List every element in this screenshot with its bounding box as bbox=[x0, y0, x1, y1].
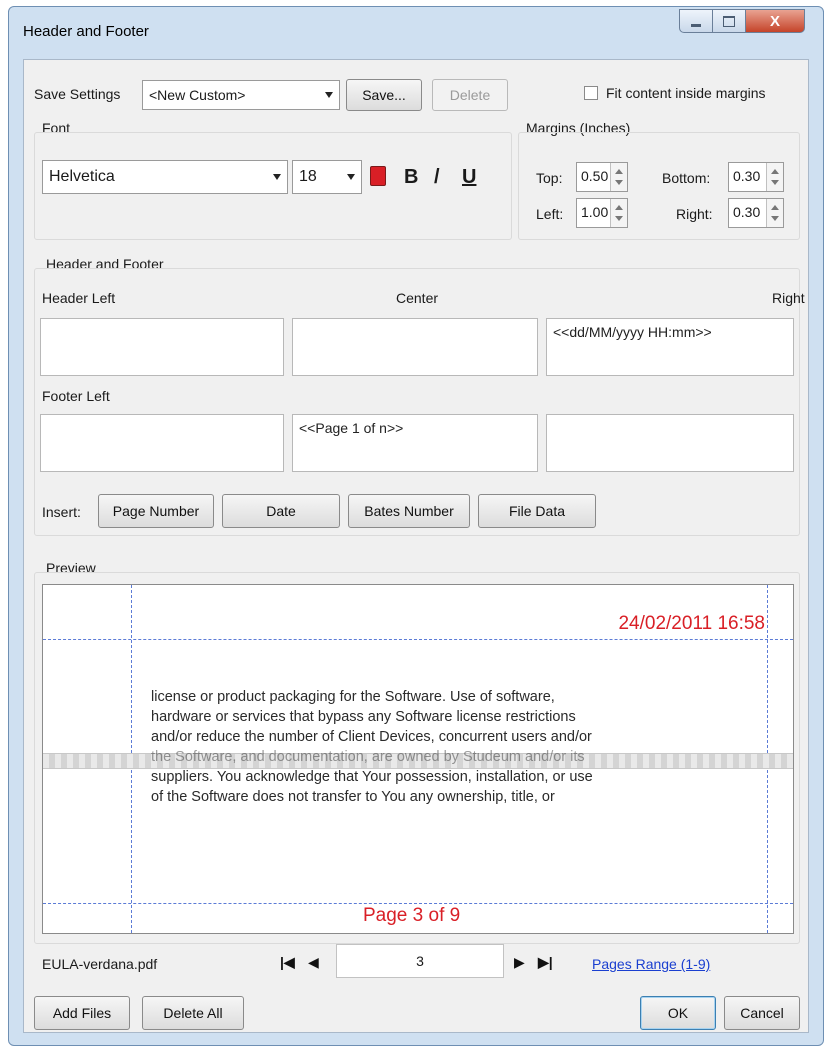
spinner-arrows[interactable] bbox=[766, 163, 783, 191]
spinner-arrows[interactable] bbox=[610, 163, 627, 191]
margin-top-spinner[interactable]: 0.50 bbox=[576, 162, 628, 192]
font-family-value: Helvetica bbox=[49, 168, 115, 185]
preview-header-text: 24/02/2011 16:58 bbox=[618, 613, 765, 634]
maximize-icon bbox=[723, 15, 735, 27]
footer-left-field[interactable] bbox=[40, 414, 284, 472]
minimize-icon bbox=[691, 23, 701, 27]
arrow-down-icon bbox=[771, 216, 779, 221]
next-page-icon[interactable]: ▶ bbox=[514, 954, 525, 971]
preview-line: of the Software does not transfer to You… bbox=[151, 789, 555, 805]
minimize-button[interactable] bbox=[679, 9, 713, 33]
save-button[interactable]: Save... bbox=[346, 79, 422, 111]
delete-all-button[interactable]: Delete All bbox=[142, 996, 244, 1030]
fit-content-label: Fit content inside margins bbox=[606, 85, 766, 101]
margin-left-value: 1.00 bbox=[581, 204, 609, 220]
preview-line: hardware or services that bypass any Sof… bbox=[151, 709, 576, 725]
margin-bottom-label: Bottom: bbox=[662, 170, 711, 186]
chevron-down-icon bbox=[325, 92, 333, 98]
header-right-label: Right bbox=[772, 290, 805, 306]
save-settings-select[interactable]: <New Custom> bbox=[142, 80, 340, 110]
preview-line: the Software, and documentation, are own… bbox=[151, 749, 585, 765]
first-page-icon[interactable]: |◀ bbox=[280, 954, 295, 971]
chevron-down-icon bbox=[347, 174, 355, 180]
header-center-label: Center bbox=[396, 290, 439, 306]
font-size-select[interactable]: 18 bbox=[292, 160, 362, 194]
margin-left-label: Left: bbox=[536, 206, 564, 222]
margin-bottom-value: 0.30 bbox=[733, 168, 761, 184]
add-files-button[interactable]: Add Files bbox=[34, 996, 130, 1030]
header-left-field[interactable] bbox=[40, 318, 284, 376]
margin-bottom-spinner[interactable]: 0.30 bbox=[728, 162, 784, 192]
font-size-value: 18 bbox=[299, 168, 317, 185]
ok-button[interactable]: OK bbox=[640, 996, 716, 1030]
page-number-input[interactable]: 3 bbox=[336, 944, 504, 978]
dialog-content: Save Settings <New Custom> Save... Delet… bbox=[23, 59, 809, 1033]
arrow-up-icon bbox=[615, 205, 623, 210]
footer-left-label: Footer Left bbox=[42, 388, 110, 404]
previous-page-icon[interactable]: ◀ bbox=[308, 954, 319, 971]
insert-file-data-button[interactable]: File Data bbox=[478, 494, 596, 528]
delete-button[interactable]: Delete bbox=[432, 79, 508, 111]
arrow-up-icon bbox=[771, 205, 779, 210]
pages-range-link[interactable]: Pages Range (1-9) bbox=[592, 956, 710, 972]
bottom-margin-guide bbox=[43, 903, 793, 904]
font-family-select[interactable]: Helvetica bbox=[42, 160, 288, 194]
margin-right-label: Right: bbox=[676, 206, 713, 222]
insert-label: Insert: bbox=[42, 504, 81, 520]
bold-button[interactable]: B bbox=[404, 166, 418, 189]
arrow-down-icon bbox=[615, 216, 623, 221]
maximize-button[interactable] bbox=[712, 9, 746, 33]
arrow-down-icon bbox=[771, 180, 779, 185]
last-page-icon[interactable]: ▶| bbox=[538, 954, 553, 971]
cancel-button[interactable]: Cancel bbox=[724, 996, 800, 1030]
preview-line: license or product packaging for the Sof… bbox=[151, 689, 555, 705]
arrow-up-icon bbox=[615, 169, 623, 174]
italic-button[interactable]: / bbox=[434, 166, 440, 189]
preview-line: suppliers. You acknowledge that Your pos… bbox=[151, 769, 593, 785]
arrow-down-icon bbox=[615, 180, 623, 185]
fit-content-checkbox[interactable] bbox=[584, 86, 598, 100]
header-center-field[interactable] bbox=[292, 318, 538, 376]
margin-top-value: 0.50 bbox=[581, 168, 609, 184]
preview-footer-text: Page 3 of 9 bbox=[363, 905, 461, 926]
window-title: Header and Footer bbox=[23, 23, 149, 40]
top-margin-guide bbox=[43, 639, 793, 640]
insert-bates-number-button[interactable]: Bates Number bbox=[348, 494, 470, 528]
preview-line: and/or reduce the number of Client Devic… bbox=[151, 729, 592, 745]
title-bar[interactable]: Header and Footer X bbox=[9, 7, 823, 55]
margin-top-label: Top: bbox=[536, 170, 563, 186]
preview-body-text: license or product packaging for the Sof… bbox=[151, 687, 711, 807]
insert-date-button[interactable]: Date bbox=[222, 494, 340, 528]
footer-center-field[interactable]: <<Page 1 of n>> bbox=[292, 414, 538, 472]
header-right-field[interactable]: <<dd/MM/yyyy HH:mm>> bbox=[546, 318, 794, 376]
margin-right-value: 0.30 bbox=[733, 204, 761, 220]
footer-right-field[interactable] bbox=[546, 414, 794, 472]
underline-button[interactable]: U bbox=[462, 166, 476, 189]
margin-left-spinner[interactable]: 1.00 bbox=[576, 198, 628, 228]
file-name-label: EULA-verdana.pdf bbox=[42, 956, 158, 972]
spinner-arrows[interactable] bbox=[766, 199, 783, 227]
save-settings-value: <New Custom> bbox=[149, 87, 246, 103]
close-icon: X bbox=[769, 12, 780, 30]
insert-page-number-button[interactable]: Page Number bbox=[98, 494, 214, 528]
margin-right-spinner[interactable]: 0.30 bbox=[728, 198, 784, 228]
header-left-label: Header Left bbox=[42, 290, 116, 306]
arrow-up-icon bbox=[771, 169, 779, 174]
spinner-arrows[interactable] bbox=[610, 199, 627, 227]
close-button[interactable]: X bbox=[745, 9, 805, 33]
chevron-down-icon bbox=[273, 174, 281, 180]
save-settings-label: Save Settings bbox=[34, 86, 121, 102]
preview-pane[interactable]: 24/02/2011 16:58 license or product pack… bbox=[42, 584, 794, 934]
dialog-window: Header and Footer X Save Settings <New C… bbox=[8, 6, 824, 1046]
font-color-swatch[interactable] bbox=[370, 166, 386, 186]
